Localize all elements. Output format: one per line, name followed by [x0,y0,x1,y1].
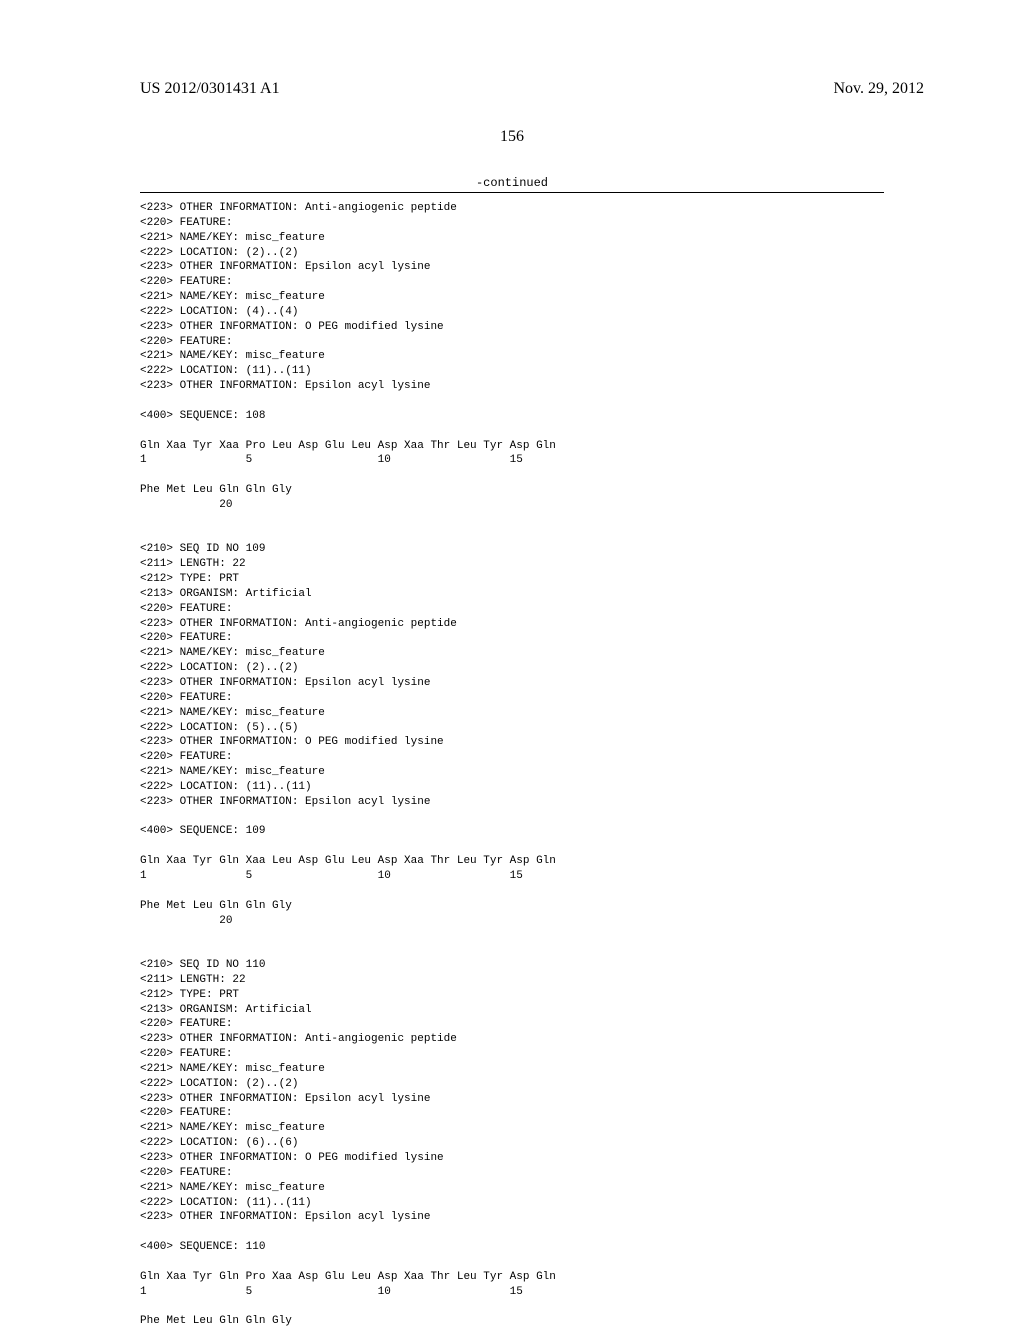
page-number: 156 [0,128,1024,146]
continued-label: -continued [0,176,1024,190]
publication-date: Nov. 29, 2012 [833,80,924,98]
publication-number: US 2012/0301431 A1 [140,80,280,98]
content-wrapper: <223> OTHER INFORMATION: Anti-angiogenic… [140,192,884,1329]
page-header: US 2012/0301431 A1 Nov. 29, 2012 [0,0,1024,108]
sequence-listing: <223> OTHER INFORMATION: Anti-angiogenic… [140,201,884,1329]
divider-line [140,192,884,193]
